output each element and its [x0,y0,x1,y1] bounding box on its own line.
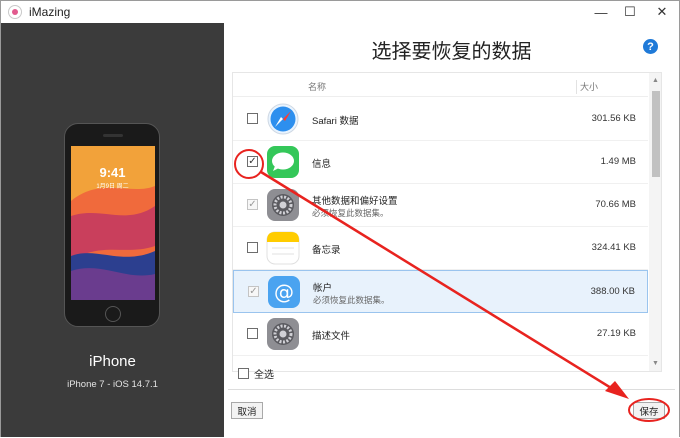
list-item[interactable]: ✓ 其他数据和偏好设置 必须恢复此数据集。 70.66 MB [233,184,648,227]
footer-divider [228,389,675,390]
item-checkbox-required: ✓ [248,286,259,297]
item-checkbox[interactable] [247,113,258,124]
close-button[interactable]: ✕ [647,1,677,23]
item-size: 70.66 MB [595,199,636,210]
safari-icon [267,103,299,135]
help-icon[interactable]: ? [643,39,658,54]
scrollbar-thumb[interactable] [652,91,660,177]
item-subtitle: 必须恢复此数据集。 [312,208,389,218]
select-all-label: 全选 [254,370,274,381]
item-checkbox-required: ✓ [247,199,258,210]
list-header: 名称 大小 [233,73,648,97]
item-title: 信息 [312,159,332,170]
iphone-image [64,123,160,327]
maximize-button[interactable]: ☐ [615,1,645,23]
minimize-button[interactable]: — [586,1,616,23]
list-item[interactable]: ✓ 信息 1.49 MB [233,141,648,184]
settings-icon [267,189,299,221]
save-button[interactable]: 保存 [633,402,665,419]
item-size: 1.49 MB [600,156,636,167]
lock-date: 1月9日 周二 [96,184,129,190]
device-version: iPhone 7 - iOS 14.7.1 [67,379,158,390]
list-scrollbar[interactable]: ▲ ▼ [649,73,661,371]
app-window: iMazing — ☐ ✕ 9:41 1月9日 周二 iPhone iPhone… [0,0,680,437]
messages-icon [267,146,299,178]
svg-text:@: @ [274,280,294,304]
list-item[interactable]: 描述文件 27.19 KB [233,313,648,356]
column-name-header[interactable]: 名称 [308,80,326,93]
restore-panel: 选择要恢复的数据 ? 名称 大小 Safari 数据 301.56 KB ✓ 信… [224,23,679,437]
scroll-up-icon[interactable]: ▲ [652,77,659,84]
item-title: 备忘录 [312,245,341,256]
dataset-list: 名称 大小 Safari 数据 301.56 KB ✓ 信息 1.49 MB ✓… [232,72,662,372]
item-title: 帐户 [313,283,333,294]
cancel-button[interactable]: 取消 [231,402,263,419]
page-title: 选择要恢复的数据 [371,41,532,63]
device-name: iPhone [89,353,136,370]
select-all-checkbox[interactable] [238,368,249,379]
title-bar: iMazing — ☐ ✕ [1,1,679,23]
scroll-down-icon[interactable]: ▼ [652,360,659,367]
device-panel: 9:41 1月9日 周二 iPhone iPhone 7 - iOS 14.7.… [1,23,224,437]
item-title: 其他数据和偏好设置 [312,196,398,207]
item-title: Safari 数据 [312,116,359,127]
list-item-selected[interactable]: ✓ @ 帐户 必须恢复此数据集。 388.00 KB [233,270,648,313]
select-all[interactable]: 全选 [238,366,274,381]
window-title: iMazing [29,5,71,19]
item-checkbox-checked[interactable]: ✓ [247,156,258,167]
accounts-icon: @ [268,276,300,308]
imazing-logo-icon [8,5,22,19]
item-size: 388.00 KB [590,286,635,297]
speaker-grille [103,134,123,137]
item-size: 324.41 KB [591,242,636,253]
profiles-icon [267,318,299,350]
home-button [105,306,121,322]
list-item[interactable]: 备忘录 324.41 KB [233,227,648,270]
list-item[interactable]: Safari 数据 301.56 KB [233,98,648,141]
item-size: 301.56 KB [591,113,636,124]
item-size: 27.19 KB [596,328,636,339]
lock-time: 9:41 [99,165,126,180]
item-checkbox[interactable] [247,328,258,339]
item-checkbox[interactable] [247,242,258,253]
column-size-header[interactable]: 大小 [576,80,598,94]
item-subtitle: 必须恢复此数据集。 [313,295,390,305]
item-title: 描述文件 [312,331,351,342]
notes-icon [266,231,300,265]
